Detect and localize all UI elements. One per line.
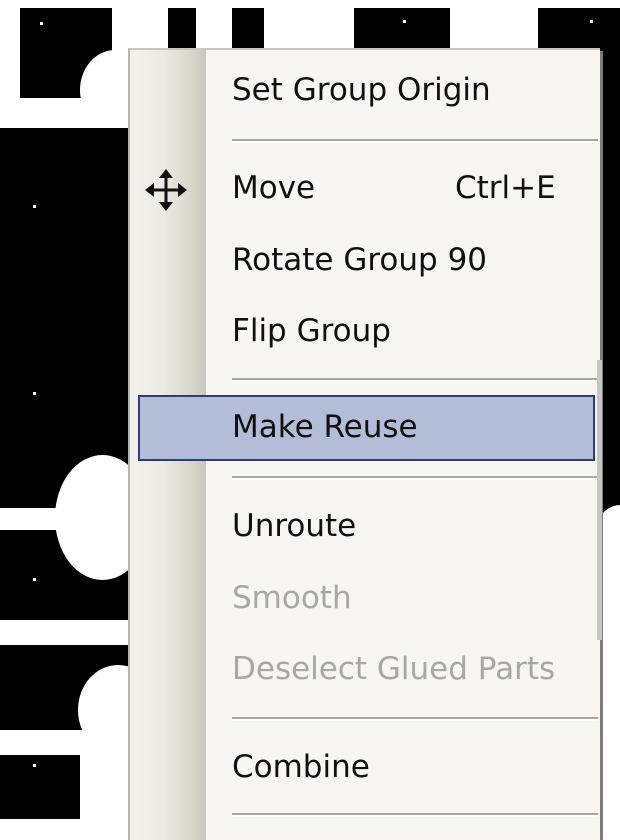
menu-item-label: Flip Group	[232, 313, 391, 349]
menu-item-shortcut: Ctrl+E	[455, 170, 556, 206]
menu-item-label: Rotate Group 90	[232, 242, 488, 278]
menu-item-label: Move	[232, 170, 316, 206]
menu-item-set-group-origin[interactable]: Set Group Origin	[130, 58, 600, 124]
menu-item-unroute[interactable]: Unroute	[130, 494, 600, 560]
menu-item-label: Combine	[232, 749, 370, 785]
pcb-grid-dot	[403, 20, 406, 23]
pcb-copper	[600, 50, 620, 560]
menu-separator	[232, 378, 598, 382]
menu-separator	[232, 813, 598, 817]
menu-separator	[232, 139, 598, 143]
menu-item-label: Smooth	[232, 580, 352, 616]
menu-item-combine[interactable]: Combine	[130, 735, 600, 801]
pcb-grid-dot	[590, 20, 593, 23]
menu-item-make-reuse[interactable]: Make Reuse	[138, 395, 595, 461]
pcb-grid-dot	[33, 764, 36, 767]
pcb-copper	[0, 755, 80, 819]
menu-item-smooth: Smooth	[130, 566, 600, 632]
menu-item-rotate-group-90[interactable]: Rotate Group 90	[130, 228, 600, 294]
menu-item-label: Unroute	[232, 508, 357, 544]
menu-item-deselect-glued-parts: Deselect Glued Parts	[130, 637, 600, 703]
pcb-copper	[0, 128, 130, 508]
move-arrows-icon	[145, 169, 187, 211]
pcb-grid-dot	[33, 578, 36, 581]
context-menu: Set Group Origin Move Ctrl+E Rotate Grou…	[128, 48, 600, 840]
menu-item-label: Deselect Glued Parts	[232, 651, 556, 687]
pcb-grid-dot	[40, 22, 43, 25]
menu-item-label: Set Group Origin	[232, 72, 491, 108]
menu-separator	[232, 717, 598, 721]
menu-separator	[232, 476, 598, 480]
pcb-grid-dot	[33, 205, 36, 208]
menu-item-move[interactable]: Move Ctrl+E	[130, 156, 600, 222]
scrollbar[interactable]	[597, 360, 602, 640]
menu-item-flip-group[interactable]: Flip Group	[130, 299, 600, 365]
pcb-grid-dot	[33, 392, 36, 395]
menu-item-label: Make Reuse	[232, 409, 418, 445]
